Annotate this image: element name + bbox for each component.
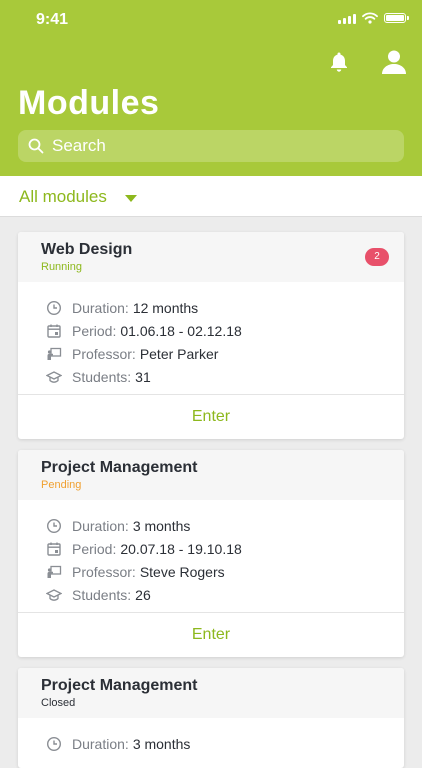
filter-dropdown[interactable]: All modules — [19, 187, 107, 207]
module-card: Project Management Closed Duration: 3 mo… — [18, 668, 404, 768]
duration-label: Duration: — [72, 517, 129, 534]
period-value: 01.06.18 - 02.12.18 — [120, 322, 242, 339]
duration-row: Duration: 3 months — [18, 732, 404, 755]
professor-value: Peter Parker — [139, 345, 219, 362]
bell-icon[interactable] — [327, 50, 351, 74]
period-label: Period: — [72, 540, 117, 557]
filter-bar: All modules — [0, 176, 422, 217]
duration-value: 12 months — [132, 299, 199, 316]
teacher-icon — [47, 565, 62, 578]
professor-row: Professor: Peter Parker — [18, 342, 404, 365]
notification-badge: 2 — [365, 248, 389, 266]
duration-row: Duration: 3 months — [18, 514, 404, 537]
module-card: Project Management Pending Duration: 3 m… — [18, 450, 404, 657]
period-value: 20.07.18 - 19.10.18 — [120, 540, 242, 557]
card-header: Web Design Running 2 — [18, 232, 404, 282]
search-input[interactable]: Search — [18, 130, 404, 162]
duration-row: Duration: 12 months — [18, 296, 404, 319]
module-status: Pending — [41, 479, 82, 491]
module-status: Running — [41, 261, 82, 273]
calendar-icon — [47, 542, 61, 556]
teacher-icon — [47, 347, 62, 360]
page-title: Modules — [18, 84, 160, 122]
graduation-cap-icon — [46, 588, 62, 601]
module-title: Web Design — [41, 241, 133, 258]
graduation-cap-icon — [46, 370, 62, 383]
students-label: Students: — [72, 586, 132, 603]
students-label: Students: — [72, 368, 132, 385]
enter-button[interactable]: Enter — [18, 612, 404, 657]
duration-value: 3 months — [132, 517, 191, 534]
duration-value: 3 months — [132, 735, 191, 752]
professor-label: Professor: — [72, 345, 136, 362]
professor-row: Professor: Steve Rogers — [18, 560, 404, 583]
card-header: Project Management Pending — [18, 450, 404, 500]
duration-label: Duration: — [72, 299, 129, 316]
module-status: Closed — [41, 697, 76, 709]
enter-button[interactable]: Enter — [18, 394, 404, 439]
professor-label: Professor: — [72, 563, 136, 580]
module-card: Web Design Running 2 Duration: 12 months… — [18, 232, 404, 439]
clock-icon — [46, 736, 62, 751]
students-row: Students: 26 — [18, 583, 404, 606]
period-row: Period: 20.07.18 - 19.10.18 — [18, 537, 404, 560]
search-placeholder: Search — [52, 136, 106, 155]
module-title: Project Management — [41, 459, 198, 476]
students-value: 26 — [135, 586, 151, 603]
battery-icon — [384, 13, 409, 23]
clock-icon — [46, 518, 62, 533]
status-icons — [338, 12, 409, 24]
professor-value: Steve Rogers — [139, 563, 225, 580]
chevron-down-icon[interactable] — [125, 195, 137, 202]
signal-icon — [338, 12, 356, 24]
wifi-icon — [362, 12, 378, 24]
status-time: 9:41 — [36, 11, 69, 28]
calendar-icon — [47, 324, 61, 338]
clock-icon — [46, 300, 62, 315]
students-value: 31 — [135, 368, 151, 385]
period-label: Period: — [72, 322, 117, 339]
card-header: Project Management Closed — [18, 668, 404, 718]
module-title: Project Management — [41, 677, 198, 694]
students-row: Students: 31 — [18, 365, 404, 388]
app-header: 9:41 Modules Search — [0, 0, 422, 176]
search-icon — [28, 138, 44, 154]
user-icon[interactable] — [380, 49, 408, 75]
duration-label: Duration: — [72, 735, 129, 752]
period-row: Period: 01.06.18 - 02.12.18 — [18, 319, 404, 342]
